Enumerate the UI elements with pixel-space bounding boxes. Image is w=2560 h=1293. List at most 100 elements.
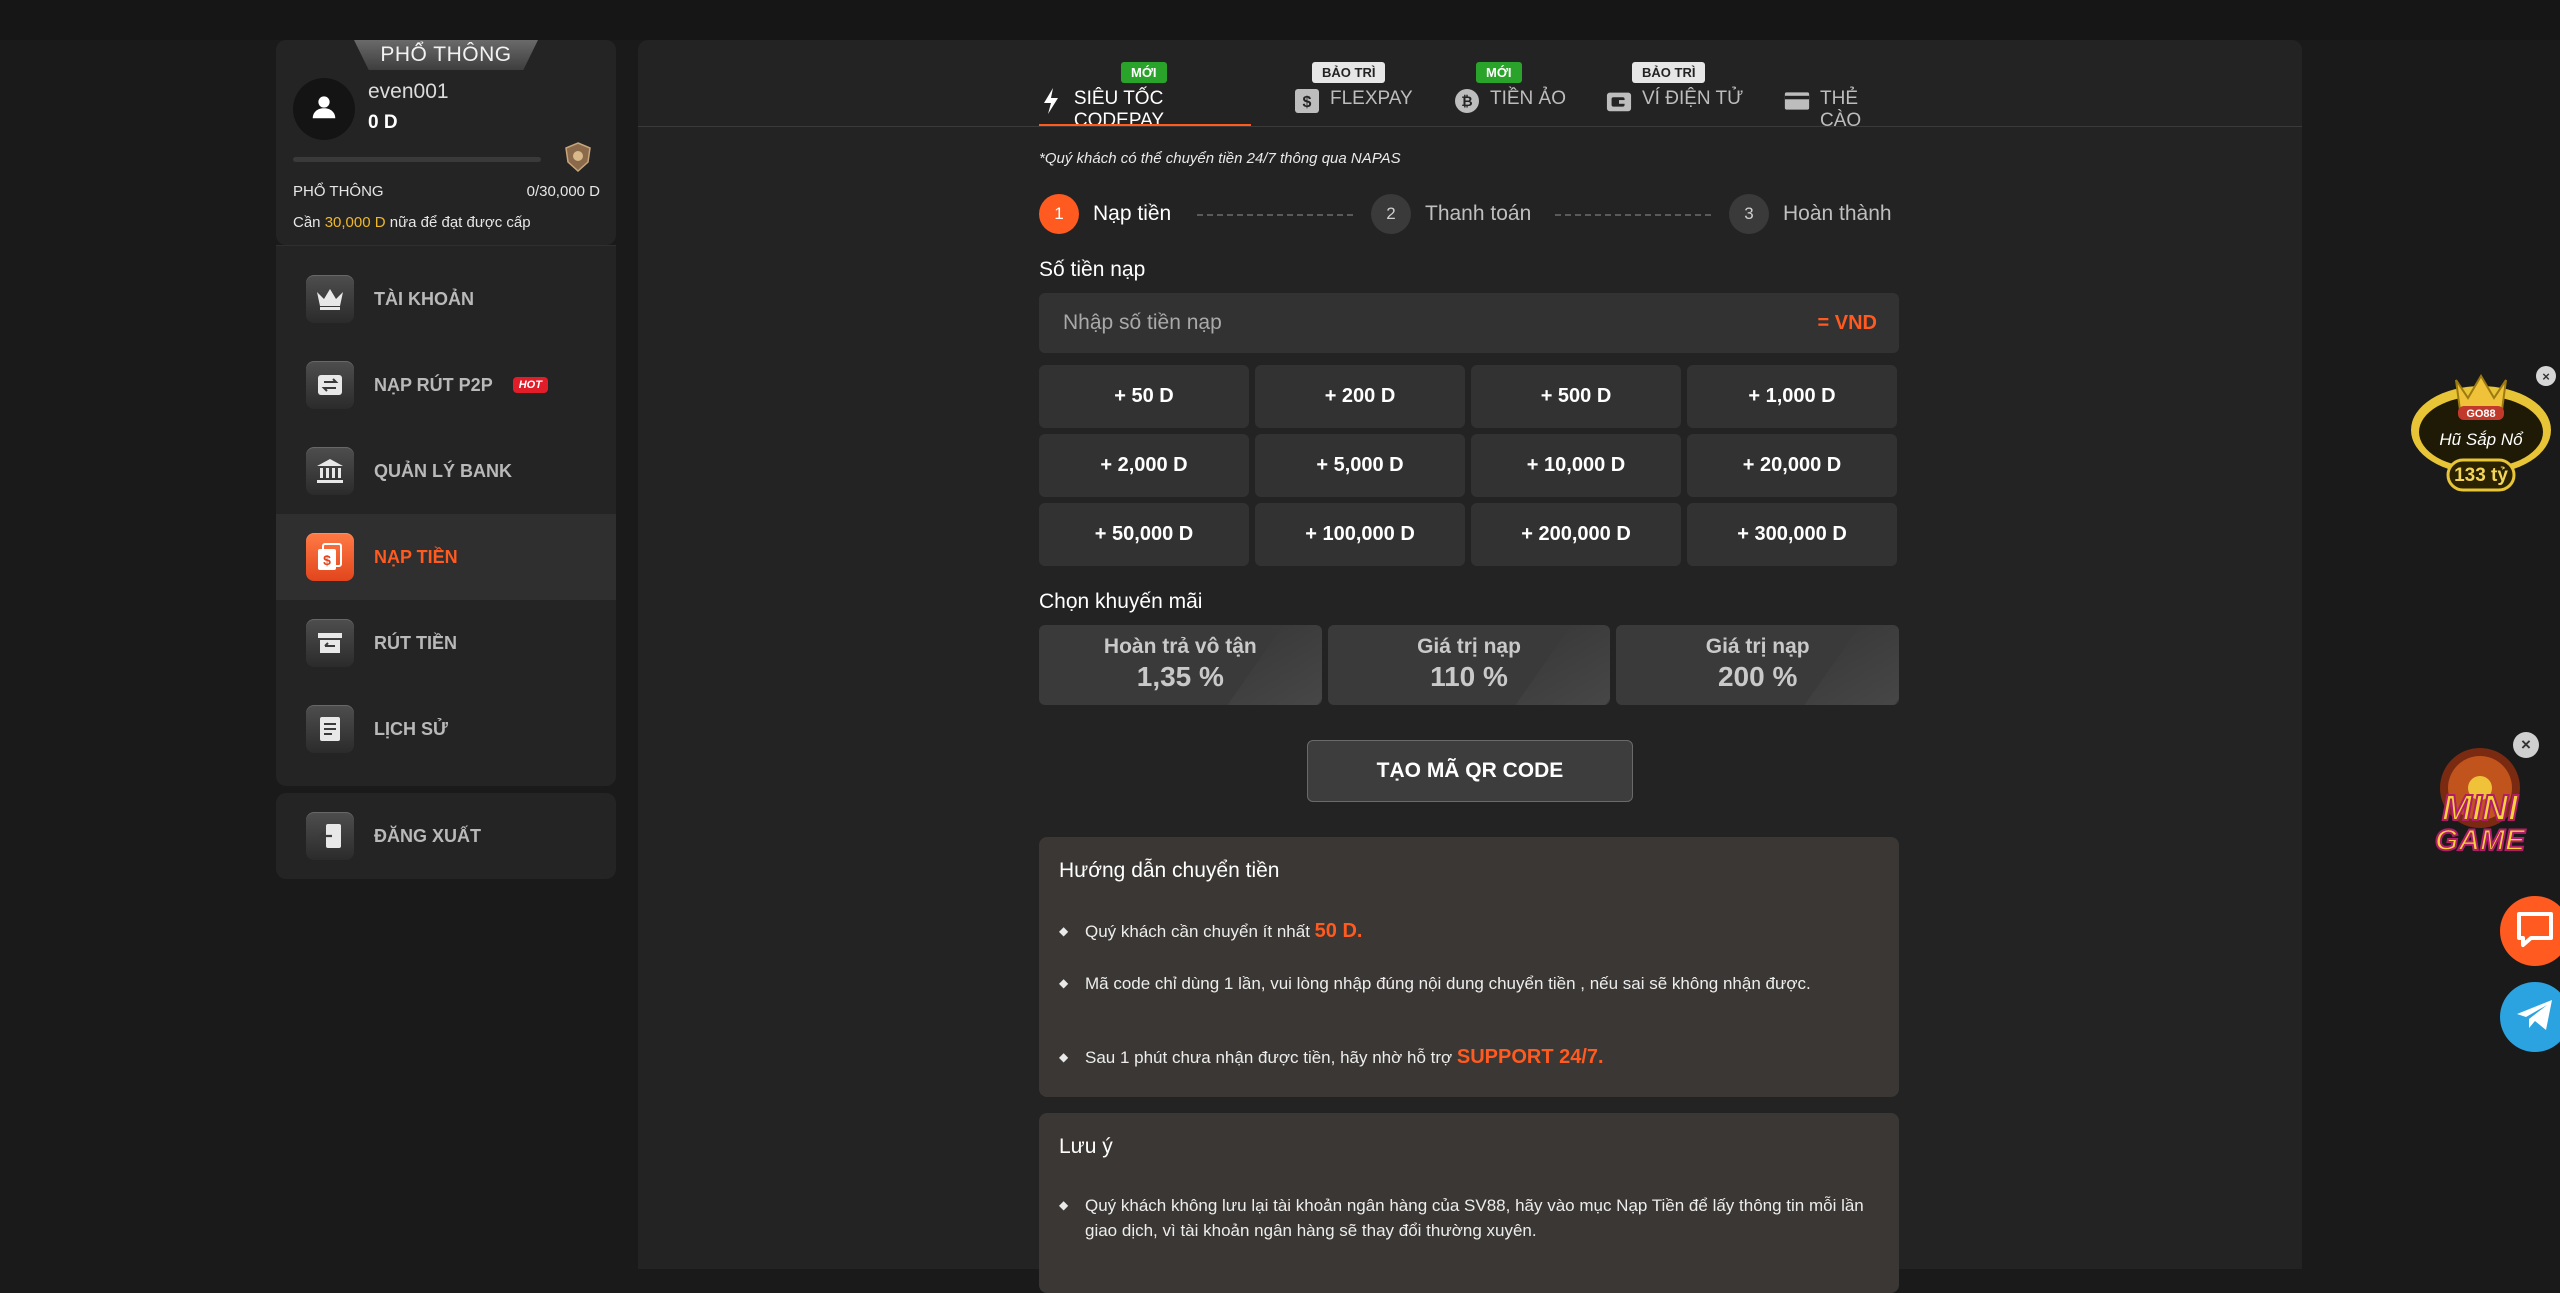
rank-badge-icon (564, 142, 592, 173)
transfer-icon (306, 361, 354, 409)
promo-option-200[interactable]: Giá trị nạp 200 % (1616, 625, 1900, 705)
profile-card: PHỔ THÔNG even001 0 D PHỔ THÔNG 0/30,000… (276, 40, 616, 245)
tab-label: FLEXPAY (1330, 88, 1413, 109)
promo-option-110[interactable]: Giá trị nạp 110 % (1327, 625, 1611, 705)
maintenance-badge: BẢO TRÌ (1632, 62, 1706, 83)
jackpot-label: Hũ Sắp Nổ (2439, 430, 2524, 449)
note-item-text: Quý khách không lưu lại tài khoản ngân h… (1085, 1196, 1864, 1240)
wallet-icon (1606, 88, 1632, 114)
sidebar-item-withdraw[interactable]: RÚT TIỀN (276, 600, 616, 686)
minigame-line1: MINI (2442, 787, 2519, 828)
quick-amount-button[interactable]: + 5,000 D (1255, 434, 1465, 497)
sidebar-item-account[interactable]: TÀI KHOẢN (276, 256, 616, 342)
need-prefix: Cần (293, 214, 325, 231)
quick-amount-button[interactable]: + 1,000 D (1687, 365, 1897, 428)
tabs-divider (638, 126, 2302, 127)
chat-support-button[interactable] (2500, 896, 2560, 966)
amount-input[interactable] (1061, 310, 1818, 336)
maintenance-badge: BẢO TRÌ (1312, 62, 1386, 83)
minigame-widget[interactable]: MINI GAME (2414, 740, 2546, 860)
quick-amount-button[interactable]: + 20,000 D (1687, 434, 1897, 497)
quick-amount-button[interactable]: + 100,000 D (1255, 503, 1465, 566)
sidebar-item-label: LỊCH SỬ (374, 718, 448, 739)
minigame-close-icon[interactable]: × (2513, 732, 2539, 758)
sidebar-item-label: NẠP TIỀN (374, 546, 458, 567)
quick-amount-button[interactable]: + 200 D (1255, 365, 1465, 428)
promo-option-title: Hoàn trả vô tận (1103, 635, 1257, 658)
tab-flexpay[interactable]: BẢO TRÌ $ FLEXPAY (1294, 62, 1422, 126)
quick-amount-button[interactable]: + 50,000 D (1039, 503, 1249, 566)
jackpot-close-icon[interactable]: × (2536, 366, 2556, 386)
tab-ewallet[interactable]: BẢO TRÌ VÍ ĐIỆN TỬ (1606, 62, 1756, 126)
minigame-line2: GAME (2435, 824, 2526, 857)
guide-item-text: Mã code chỉ dùng 1 lần, vui lòng nhập đú… (1085, 974, 1811, 993)
tab-scratch-card[interactable]: THẺ CÀO (1784, 62, 1904, 131)
step-label: Nạp tiền (1093, 202, 1172, 225)
guide-text: Quý khách cần chuyển ít nhất (1085, 922, 1315, 941)
promo-option-value: 1,35 % (1136, 661, 1224, 692)
sidebar-item-p2p[interactable]: NẠP RÚT P2P HOT (276, 342, 616, 428)
support-highlight[interactable]: SUPPORT 24/7. (1457, 1046, 1604, 1068)
promo-option-value: 200 % (1717, 661, 1798, 692)
jackpot-value: 133 tỷ (2454, 465, 2508, 486)
telegram-button[interactable] (2500, 982, 2560, 1052)
telegram-icon (2515, 997, 2555, 1038)
logout-button[interactable]: ĐĂNG XUẤT (276, 793, 616, 879)
withdraw-icon (306, 619, 354, 667)
top-strip (0, 0, 2560, 40)
sidebar-item-history[interactable]: LỊCH SỬ (276, 686, 616, 772)
sidebar-item-bank[interactable]: QUẢN LÝ BANK (276, 428, 616, 514)
tab-crypto[interactable]: MỚI ₿ TIỀN ẢO (1454, 62, 1570, 126)
step-label: Thanh toán (1425, 202, 1532, 225)
quick-amount-button[interactable]: + 2,000 D (1039, 434, 1249, 497)
sidebar-item-label: TÀI KHOẢN (374, 288, 474, 309)
next-tier-requirement: Cần 30,000 D nữa để đạt được cấp (293, 214, 531, 231)
quick-amount-button[interactable]: + 500 D (1471, 365, 1681, 428)
promo-options: Hoàn trả vô tận 1,35 % Giá trị nạp 110 %… (1039, 625, 1900, 705)
promo-title: Chọn khuyến mãi (1039, 590, 1203, 613)
tier-progress-text: 0/30,000 D (526, 183, 600, 200)
need-suffix: nữa để đạt được cấp (385, 214, 531, 231)
napas-note: *Quý khách có thể chuyển tiền 24/7 thông… (1039, 150, 1401, 167)
note-card: Lưu ý ◆ Quý khách không lưu lại tài khoả… (1039, 1113, 1899, 1293)
tab-codepay[interactable]: MỚI SIÊU TỐC CODEPAY (1039, 62, 1251, 131)
dollar-card-icon: $ (1294, 88, 1320, 114)
guide-text: Sau 1 phút chưa nhận được tiền, hãy nhờ … (1085, 1048, 1457, 1067)
sidebar-item-deposit[interactable]: $ NẠP TIỀN (276, 514, 616, 600)
step-payment: 2 Thanh toán (1371, 194, 1531, 234)
promo-option-cashback[interactable]: Hoàn trả vô tận 1,35 % (1039, 625, 1322, 705)
need-amount: 30,000 D (324, 214, 386, 231)
quick-amount-button[interactable]: + 300,000 D (1687, 503, 1897, 566)
amount-title: Số tiền nạp (1039, 258, 1146, 281)
svg-text:$: $ (323, 552, 331, 568)
guide-item-text: Sau 1 phút chưa nhận được tiền, hãy nhờ … (1085, 1045, 1604, 1070)
promo-option-title: Giá trị nạp (1417, 635, 1521, 658)
new-badge: MỚI (1121, 62, 1167, 83)
jackpot-widget[interactable]: GO88 Hũ Sắp Nổ 133 tỷ (2406, 370, 2556, 505)
sidebar-item-label: NẠP RÚT P2P (374, 374, 493, 395)
quick-amount-button[interactable]: + 50 D (1039, 365, 1249, 428)
create-qr-button[interactable]: TẠO MÃ QR CODE (1307, 740, 1633, 802)
main-panel: MỚI SIÊU TỐC CODEPAY BẢO TRÌ $ FLEXPAY M… (638, 40, 2302, 1293)
quick-amount-button[interactable]: + 10,000 D (1471, 434, 1681, 497)
username: even001 (368, 80, 449, 103)
amount-field[interactable]: = VND (1039, 293, 1899, 353)
svg-text:$: $ (1303, 94, 1312, 111)
chat-bubble-icon (2515, 910, 2555, 953)
deposit-icon: $ (306, 533, 354, 581)
card-icon (1784, 88, 1810, 114)
guide-item: ◆ Sau 1 phút chưa nhận được tiền, hãy nh… (1059, 1045, 1879, 1070)
note-title: Lưu ý (1059, 1135, 1113, 1158)
tier-progress-bar (293, 157, 541, 162)
step-complete: 3 Hoàn thành (1729, 194, 1892, 234)
tab-label: TIỀN ẢO (1490, 88, 1567, 109)
lightning-icon (1039, 88, 1064, 114)
sidebar-menu: TÀI KHOẢN NẠP RÚT P2P HOT QUẢN LÝ BANK $… (276, 245, 616, 786)
bank-icon (306, 447, 354, 495)
transfer-guide: Hướng dẫn chuyển tiền ◆ Quý khách cần ch… (1039, 837, 1899, 1097)
diamond-bullet-icon: ◆ (1059, 1198, 1069, 1212)
tier-label: PHỔ THÔNG (293, 183, 384, 200)
quick-amount-button[interactable]: + 200,000 D (1471, 503, 1681, 566)
sidebar-item-label: RÚT TIỀN (374, 632, 457, 653)
avatar[interactable] (293, 78, 355, 140)
